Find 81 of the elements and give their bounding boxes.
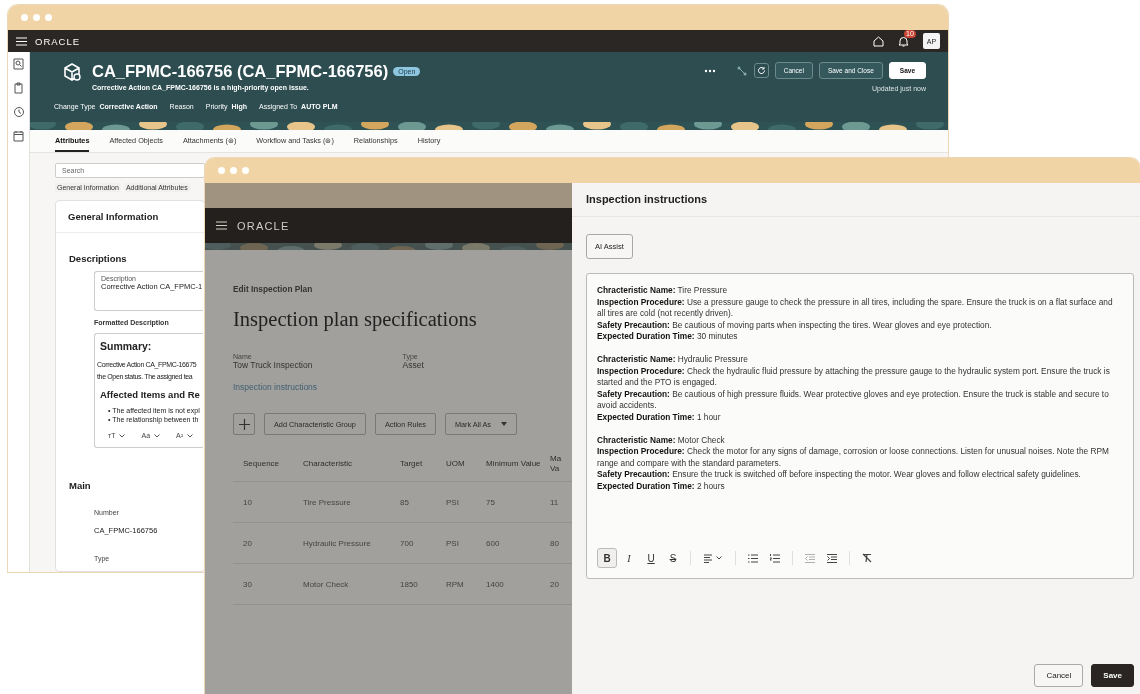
clear-format-icon[interactable] <box>862 553 872 563</box>
instruction-text: Safety Precaution: Ensure the truck is switched off before inspecting the motor. Wear gloves and follow electrical safety guidelines. <box>597 469 1082 481</box>
instruction-text: Expected Duration Time: 1 hour <box>597 411 722 424</box>
instruction-text: Inspection Procedure: Check the motor for any signs of damage, corrosion or loose connections. Listen for unusual noises. Note the RPM range and compare with the standard parameters. <box>597 446 1110 470</box>
home-icon[interactable] <box>873 35 884 47</box>
table-cell: 1850 <box>400 563 446 605</box>
chevron-down-icon[interactable] <box>119 433 126 438</box>
instruction-text: Inspection Procedure: Check the hydraulic fluid pressure by attaching the pressure gauge to the hydraulic system port. Ensure the truck is started and the PTO is engaged. <box>597 365 1111 389</box>
calendar-icon[interactable] <box>13 130 24 142</box>
brand-logo: ORACLE <box>237 219 290 232</box>
instruction-text: Chracteristic Name: Hydraulic Pressure <box>597 353 749 366</box>
table-cell: 700 <box>400 522 446 564</box>
column-header[interactable]: UOM <box>446 447 486 482</box>
table-cell: 85 <box>400 481 446 523</box>
instruction-text: Safety Precaution: Be cautious of moving parts when inspecting the tires. Wear gloves and eye protection. <box>597 319 993 332</box>
instruction-text: Chracteristic Name: Motor Check <box>597 434 726 447</box>
column-header[interactable]: Ma Va <box>550 447 572 482</box>
bell-icon[interactable] <box>898 35 909 47</box>
cube-icon <box>62 62 82 82</box>
table-cell: 20 <box>243 522 303 564</box>
cancel-button[interactable]: Cancel <box>1034 664 1084 687</box>
column-header[interactable]: Target <box>400 447 446 482</box>
search-document-icon[interactable] <box>13 58 24 70</box>
table-cell: PSI <box>446 481 486 523</box>
table-cell: 10 <box>243 481 303 523</box>
history-icon[interactable] <box>12 106 25 118</box>
table-cell: 600 <box>486 522 550 564</box>
card-title: General Information <box>68 211 159 222</box>
instruction-text: Expected Duration Time: 2 hours <box>597 480 726 493</box>
field-value: Tow Truck Inspection <box>233 360 314 370</box>
connector-icon[interactable] <box>735 64 748 77</box>
section-heading: Main <box>69 480 91 491</box>
plus-icon[interactable] <box>238 418 250 430</box>
column-header[interactable]: Characteristic <box>303 447 400 482</box>
editor-heading: Affected Items and Re <box>100 389 200 400</box>
panel-title: Inspection instructions <box>572 183 1140 217</box>
table-cell: 1400 <box>486 563 550 605</box>
bold-button[interactable]: B <box>597 548 617 568</box>
clipboard-icon[interactable] <box>13 82 24 94</box>
more-icon[interactable] <box>703 68 716 73</box>
instruction-text: Expected Duration Time: 30 minutes <box>597 331 739 343</box>
table-cell: PSI <box>446 522 486 564</box>
menu-icon[interactable] <box>216 221 227 230</box>
add-button[interactable] <box>233 413 255 435</box>
table-cell: Hydraulic Pressure <box>303 522 400 564</box>
save-button[interactable]: Save <box>1091 664 1134 687</box>
instruction-text: Inspection Procedure: Use a pressure gauge to check the pressure in all tires, including the spare. Ensure the truck is on a flat surface and all tires are cold (not recently driven). <box>597 296 1114 320</box>
numbered-list-icon[interactable] <box>770 553 780 563</box>
caret-down-icon[interactable] <box>501 422 507 426</box>
chevron-down-icon[interactable] <box>716 556 722 560</box>
italic-button[interactable]: I <box>619 548 639 568</box>
instruction-text: Chracteristic Name: Tire Pressure <box>597 285 729 297</box>
window-dot-icon[interactable] <box>218 167 225 174</box>
window-dot-icon[interactable] <box>45 14 52 21</box>
instruction-text: Safety Precaution: Be cautious of high pressure fluids. Wear protective gloves and eye protection. Ensure the truck is stable and secure to avoid accidents. <box>597 388 1110 412</box>
bullet-list-icon[interactable] <box>748 553 758 563</box>
table-cell: 30 <box>243 563 303 605</box>
record-title: CA_FPMC-166756 (CA_FPMC-166756) <box>92 62 389 81</box>
rich-text-editor[interactable] <box>586 273 1134 579</box>
table-cell: RPM <box>446 563 486 605</box>
table-cell: Tire Pressure <box>303 481 400 523</box>
window-dot-icon[interactable] <box>21 14 28 21</box>
strikethrough-button[interactable]: S <box>663 548 683 568</box>
chevron-down-icon[interactable] <box>187 433 194 438</box>
chevron-down-icon[interactable] <box>154 433 161 438</box>
window-dot-icon[interactable] <box>33 14 40 21</box>
underline-button[interactable]: U <box>641 548 661 568</box>
breadcrumb: Edit Inspection Plan <box>233 284 314 294</box>
field-value: Asset <box>402 360 425 370</box>
column-header[interactable]: Minimum Value <box>486 447 550 482</box>
table-cell: 75 <box>486 481 550 523</box>
brand-logo: ORACLE <box>35 35 81 47</box>
column-header[interactable]: Sequence <box>243 447 303 482</box>
page-title: Inspection plan specifications <box>233 308 478 331</box>
table-cell: Motor Check <box>303 563 400 605</box>
indent-icon[interactable] <box>827 553 837 563</box>
align-left-icon[interactable] <box>704 553 714 563</box>
section-heading: Descriptions <box>69 253 127 264</box>
summary-heading: Summary: <box>100 340 152 352</box>
window-dot-icon[interactable] <box>242 167 249 174</box>
window-dot-icon[interactable] <box>230 167 237 174</box>
